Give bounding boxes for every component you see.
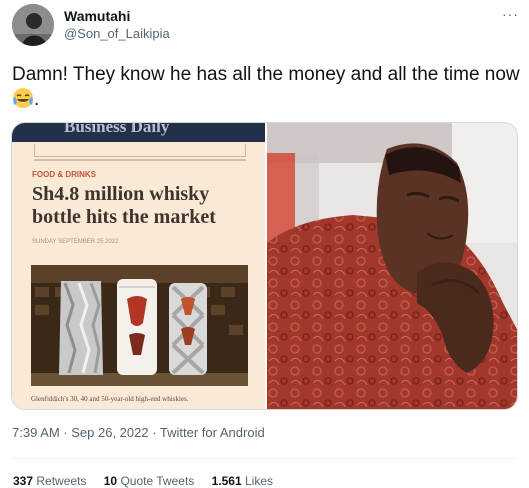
article-headline: Sh4.8 million whisky bottle hits the mar…: [32, 183, 216, 228]
author-display-name[interactable]: Wamutahi: [64, 8, 130, 24]
newspaper-clipping-image[interactable]: Business Daily FOOD & DRINKS Sh4.8 milli…: [12, 123, 265, 409]
article-category: FOOD & DRINKS: [32, 170, 96, 179]
lattice-bottle-right: [169, 283, 207, 375]
man-thinking-photo: [267, 123, 517, 409]
portrait-photo[interactable]: [267, 123, 517, 409]
tweet-body: Damn! They know he has all the money and…: [12, 64, 520, 85]
face-with-tears-of-joy-icon: [13, 88, 33, 108]
author-handle[interactable]: @Son_of_Laikipia: [64, 26, 170, 41]
white-bottle-center: [117, 279, 157, 375]
photo-caption: Glenfiddich's 30, 40 and 50-year-old hig…: [31, 395, 189, 403]
whisky-bottles-illustration: [31, 265, 248, 386]
divider: [12, 458, 518, 459]
whisky-bottles-photo: [31, 265, 248, 386]
avatar[interactable]: [12, 4, 54, 46]
tweet-text: Damn! They know he has all the money and…: [12, 62, 524, 112]
article-dateline: SUNDAY SEPTEMBER 25 2022: [32, 239, 119, 245]
tweet-text-tail: .: [34, 89, 40, 110]
more-options-icon[interactable]: ···: [502, 6, 519, 22]
tweet-media[interactable]: Business Daily FOOD & DRINKS Sh4.8 milli…: [11, 122, 518, 410]
masthead-title: Business Daily: [64, 123, 170, 136]
divider: [34, 144, 246, 157]
avatar-photo: [12, 4, 54, 46]
divider: [34, 159, 246, 161]
tweet-timestamp[interactable]: 7:39 AM · Sep 26, 2022 · Twitter for And…: [12, 425, 265, 440]
silver-bottle-left: [59, 281, 103, 375]
masthead-bar: Business Daily: [12, 123, 265, 142]
